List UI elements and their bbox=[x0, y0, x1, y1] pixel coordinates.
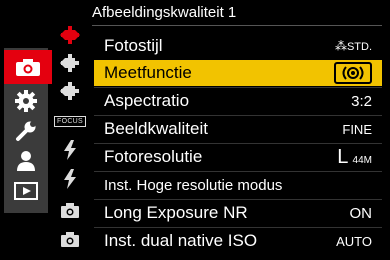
menu-item-label: Beeldkwaliteit bbox=[104, 119, 208, 138]
camera-icon bbox=[16, 59, 40, 76]
menu-item-label: Aspectratio bbox=[104, 91, 190, 110]
menu-item-label: Inst. dual native ISO bbox=[104, 231, 258, 250]
menu-item-value: ⁂STD. bbox=[335, 39, 372, 53]
menu-item-fotoresolutie[interactable]: Fotoresolutie L 44M bbox=[94, 144, 382, 170]
sub-tab-column: FOCUS bbox=[52, 20, 88, 260]
menu-item-fotostijl[interactable]: Fotostijl ⁂STD. bbox=[94, 33, 382, 59]
menu-item-aspectratio[interactable]: Aspectratio 3:2 bbox=[94, 88, 382, 114]
page-title: Afbeeldingskwaliteit 1 bbox=[92, 4, 237, 21]
camera-small-2-icon bbox=[61, 232, 79, 247]
quality-icon-2[interactable] bbox=[52, 49, 88, 77]
menu-item-label: Meetfunctie bbox=[104, 63, 192, 82]
flash-2-icon bbox=[64, 169, 76, 189]
metering-icon bbox=[334, 62, 372, 84]
camera-tab[interactable] bbox=[4, 50, 52, 84]
menu-item-value: FINE bbox=[342, 121, 372, 137]
flash-icon[interactable] bbox=[52, 136, 88, 164]
menu-item-meetfunctie[interactable]: Meetfunctie bbox=[94, 60, 382, 86]
quality-1-icon bbox=[60, 26, 80, 44]
header-divider bbox=[92, 25, 382, 26]
wrench-icon bbox=[16, 121, 36, 141]
quality-icon-3[interactable] bbox=[52, 77, 88, 105]
camera-small-icon-2[interactable] bbox=[52, 225, 88, 253]
menu-item-value: L 44M bbox=[337, 146, 372, 169]
photo-style-value: STD. bbox=[346, 41, 372, 53]
menu-item-label: Fotostijl bbox=[104, 36, 163, 55]
wrench-tab[interactable] bbox=[4, 114, 48, 148]
menu-item-value: ON bbox=[349, 204, 373, 222]
menu-item-hoge-resolutie[interactable]: Inst. Hoge resolutie modus bbox=[94, 172, 382, 198]
person-icon bbox=[17, 151, 35, 171]
playback-icon bbox=[14, 182, 38, 200]
resolution-megapixels: 44M bbox=[352, 154, 372, 166]
camera-small-icon[interactable] bbox=[52, 196, 88, 224]
menu-item-label: Fotoresolutie bbox=[104, 147, 203, 166]
gear-tab[interactable] bbox=[4, 84, 48, 118]
quality-2-icon bbox=[60, 54, 79, 72]
flash-icon-2[interactable] bbox=[52, 165, 88, 193]
playback-tab[interactable] bbox=[4, 174, 48, 208]
quality-icon-1-active[interactable] bbox=[52, 21, 88, 49]
photo-style-icon: ⁂ bbox=[334, 39, 347, 53]
resolution-size: L bbox=[337, 145, 349, 168]
menu-item-value: AUTO bbox=[336, 233, 372, 249]
focus-tag: FOCUS bbox=[54, 115, 86, 127]
metering-mode-icon bbox=[342, 66, 364, 80]
gear-icon bbox=[15, 90, 37, 112]
focus-icon[interactable]: FOCUS bbox=[52, 107, 88, 135]
menu-item-label: Inst. Hoge resolutie modus bbox=[104, 176, 283, 194]
menu-item-dual-native-iso[interactable]: Inst. dual native ISO AUTO bbox=[94, 228, 382, 254]
camera-small-1-icon bbox=[61, 203, 79, 218]
menu-item-label: Long Exposure NR bbox=[104, 203, 248, 222]
menu-item-value: 3:2 bbox=[351, 92, 372, 110]
quality-3-icon bbox=[60, 82, 79, 100]
menu-item-long-exposure-nr[interactable]: Long Exposure NR ON bbox=[94, 200, 382, 226]
menu-item-beeldkwaliteit[interactable]: Beeldkwaliteit FINE bbox=[94, 116, 382, 142]
person-tab[interactable] bbox=[4, 144, 48, 178]
main-tab-column bbox=[0, 0, 52, 260]
flash-1-icon bbox=[64, 140, 76, 160]
camera-menu-screen: FOCUS Afbeeldingskwaliteit 1 Fotostijl ⁂… bbox=[0, 0, 390, 260]
